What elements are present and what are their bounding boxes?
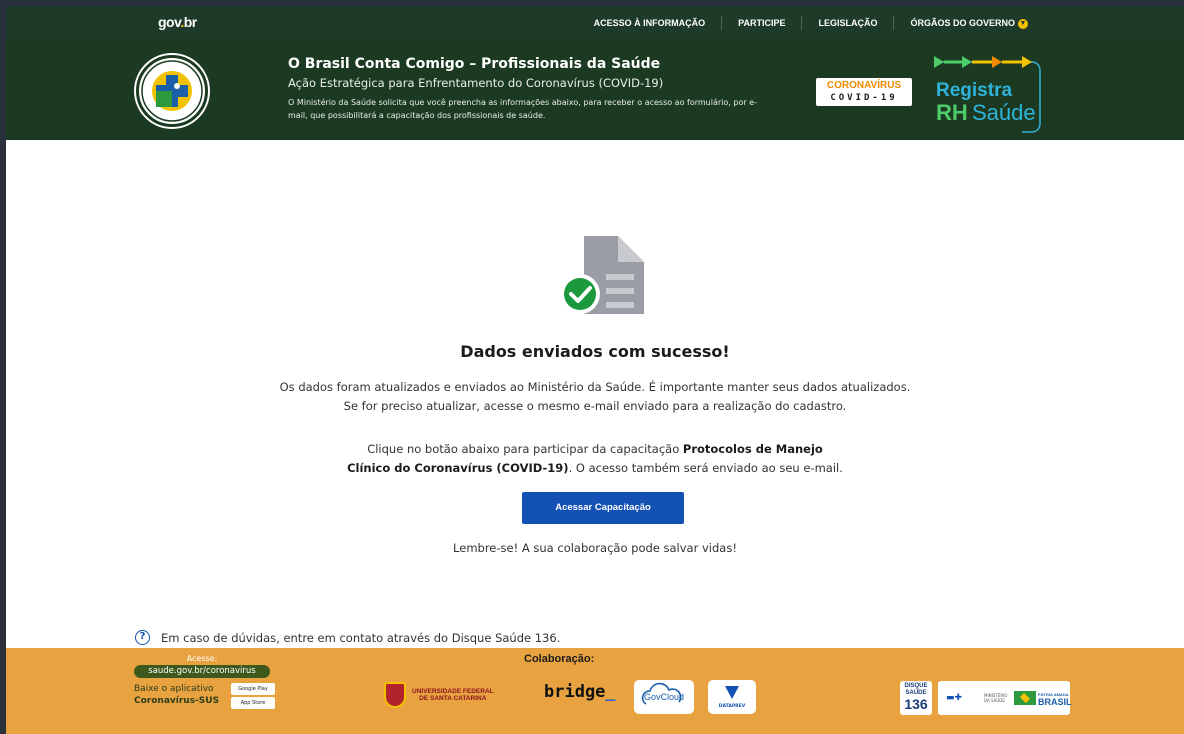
question-icon: ?	[135, 630, 150, 645]
bridge-logo-underscore: _	[605, 682, 616, 702]
footer-acesse-label: Acesse:	[186, 654, 218, 663]
site-header: O Brasil Conta Comigo – Profissionais da…	[6, 40, 1184, 140]
success-line-1: Os dados foram atualizados e enviados ao…	[279, 380, 911, 394]
govbr-logo-suffix: br	[183, 14, 198, 30]
ufsc-line-1: UNIVERSIDADE FEDERAL	[412, 688, 494, 695]
access-training-button[interactable]: Acessar Capacitação	[522, 492, 684, 524]
rh-logo-rh: RH	[936, 100, 968, 125]
help-notice: ? Em caso de dúvidas, entre em contato a…	[135, 630, 560, 645]
govbr-logo[interactable]: gov.br	[158, 14, 197, 30]
govcloud-text: GovCloud	[643, 692, 685, 702]
link-orgaos-governo[interactable]: ÓRGÃOS DO GOVERNO ▼	[894, 16, 1044, 30]
covid-badge-line1: CORONAVÍRUS	[826, 80, 902, 91]
success-line-2: Se for preciso atualizar, acesse o mesmo…	[343, 399, 847, 413]
footer-colaboracao-label: Colaboração:	[524, 653, 595, 665]
header-subtitle: Ação Estratégica para Enfrentamento do C…	[288, 76, 664, 90]
app-store-badge[interactable]: App Store	[231, 697, 275, 709]
footer-app-download: Baixe o aplicativo Coronavírus-SUS	[134, 683, 219, 707]
registra-rh-saude-logo: Registra RH Saúde	[932, 48, 1072, 134]
gov-bar: gov.br ACESSO À INFORMAÇÃO PARTICIPE LEG…	[6, 6, 1184, 40]
dataprev-logo: DATAPREV	[708, 680, 756, 714]
document-success-icon	[556, 234, 648, 324]
bridge-logo-text: bridge	[544, 682, 606, 702]
govbr-logo-text: gov	[158, 14, 181, 30]
patria-amada-brasil-text: PÁTRIA AMADA BRASIL	[1038, 691, 1072, 707]
link-orgaos-governo-label: ÓRGÃOS DO GOVERNO	[910, 18, 1015, 28]
chevron-down-icon: ▼	[1018, 18, 1028, 29]
site-footer: Acesse: saude.gov.br/coronavirus Baixe o…	[6, 648, 1184, 734]
disque-saude-136-logo: DISQUE SAÚDE 136	[900, 681, 932, 715]
dataprev-triangle-icon	[725, 686, 739, 699]
seal-graphic	[141, 60, 203, 122]
coronavirus-covid19-logo: CORONAVÍRUS COVID-19	[816, 78, 912, 106]
footer-baixe-text: Baixe o aplicativo	[134, 684, 214, 694]
gov-links: ACESSO À INFORMAÇÃO PARTICIPE LEGISLAÇÃO…	[578, 6, 1044, 40]
cta-pre-text: Clique no botão abaixo para participar d…	[367, 442, 683, 456]
link-participe[interactable]: PARTICIPE	[722, 16, 803, 30]
disque-line-1: DISQUE	[904, 683, 928, 689]
success-title: Dados enviados com sucesso!	[460, 342, 730, 361]
cta-post-text: . O acesso também será enviado ao seu e-…	[568, 461, 843, 475]
page: gov.br ACESSO À INFORMAÇÃO PARTICIPE LEG…	[6, 6, 1184, 734]
disque-number: 136	[904, 696, 928, 712]
ufsc-line-2: DE SANTA CATARINA	[419, 695, 487, 702]
rh-logo-saude: Saúde	[972, 100, 1036, 125]
success-message: Os dados foram atualizados e enviados ao…	[6, 378, 1184, 416]
ufsc-crest-icon	[384, 682, 406, 708]
header-description: O Ministério da Saúde solicita que você …	[288, 98, 757, 120]
rh-logo-registra: Registra	[936, 80, 1013, 101]
bridge-logo: bridge_	[544, 682, 616, 702]
document-check-graphic	[560, 236, 644, 314]
campaign-seal-logo	[136, 55, 208, 127]
ministerio-brasil-logo: ▬✚ MINISTÉRIO DA SAÚDE PÁTRIA AMADA BRAS…	[938, 681, 1072, 715]
govcloud-logo: GovCloud	[634, 680, 694, 714]
ufsc-text: UNIVERSIDADE FEDERAL DE SANTA CATARINA	[412, 688, 494, 702]
ufsc-logo: UNIVERSIDADE FEDERAL DE SANTA CATARINA	[384, 682, 494, 708]
link-legislacao[interactable]: LEGISLAÇÃO	[802, 16, 895, 30]
help-text: Em caso de dúvidas, entre em contato atr…	[161, 630, 561, 645]
header-title: O Brasil Conta Comigo – Profissionais da…	[288, 56, 661, 72]
footer-app-name: Coronavírus-SUS	[134, 696, 220, 706]
dataprev-text: DATAPREV	[718, 704, 746, 709]
footer-url-link[interactable]: saude.gov.br/coronavirus	[134, 665, 270, 678]
training-cta-text: Clique no botão abaixo para participar d…	[346, 440, 844, 478]
covid-badge-line2: COVID-19	[830, 93, 898, 103]
link-acesso-informacao[interactable]: ACESSO À INFORMAÇÃO	[578, 16, 723, 30]
ministerio-text: MINISTÉRIO DA SAÚDE	[984, 693, 1008, 703]
sus-plus-icon: ▬✚	[946, 693, 963, 703]
brazil-flag-icon	[1014, 691, 1036, 705]
google-play-badge[interactable]: Google Play	[231, 683, 275, 695]
reminder-text: Lembre-se! A sua colaboração pode salvar…	[453, 541, 737, 555]
brasil-text: BRASIL	[1038, 697, 1072, 707]
